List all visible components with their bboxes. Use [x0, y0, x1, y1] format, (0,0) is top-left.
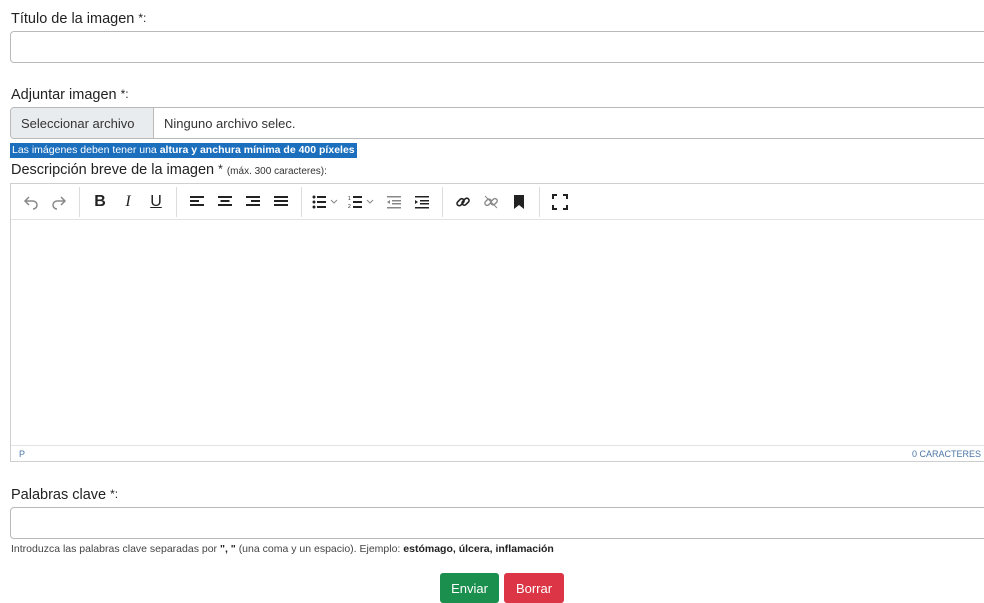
keywords-input[interactable]	[10, 507, 984, 539]
keywords-label: Palabras clave *:	[11, 487, 119, 503]
reset-button[interactable]: Borrar	[504, 573, 564, 603]
element-path[interactable]: P	[19, 449, 25, 459]
align-justify-icon[interactable]	[267, 188, 295, 216]
align-left-icon[interactable]	[183, 188, 211, 216]
bookmark-icon[interactable]	[505, 188, 533, 216]
image-size-notice: Las imágenes deben tener una altura y an…	[10, 143, 357, 158]
italic-icon[interactable]: I	[114, 188, 142, 216]
redo-icon[interactable]	[45, 188, 73, 216]
align-right-icon[interactable]	[239, 188, 267, 216]
unlink-icon[interactable]	[477, 188, 505, 216]
fullscreen-icon[interactable]	[546, 188, 574, 216]
align-center-icon[interactable]	[211, 188, 239, 216]
file-input[interactable]: Seleccionar archivo Ninguno archivo sele…	[10, 107, 984, 139]
title-label: Título de la imagen *:	[11, 11, 147, 27]
editor-toolbar: B I U 12	[11, 184, 984, 220]
character-count: 0 CARACTERES	[911, 448, 981, 459]
link-icon[interactable]	[449, 188, 477, 216]
editor-content-area[interactable]	[11, 220, 984, 445]
undo-icon[interactable]	[17, 188, 45, 216]
keywords-hint: Introduzca las palabras clave separadas …	[11, 543, 554, 555]
bullet-list-icon[interactable]	[308, 188, 344, 216]
outdent-icon[interactable]	[380, 188, 408, 216]
select-file-button[interactable]: Seleccionar archivo	[11, 108, 154, 138]
submit-button[interactable]: Enviar	[440, 573, 499, 603]
rich-text-editor[interactable]: B I U 12 P 0 CARACTERES	[10, 183, 984, 462]
underline-icon[interactable]: U	[142, 188, 170, 216]
editor-statusbar: P 0 CARACTERES	[11, 445, 984, 461]
attach-label: Adjuntar imagen *:	[11, 87, 129, 103]
svg-text:2: 2	[348, 204, 351, 209]
title-input[interactable]	[10, 31, 984, 63]
selected-file-name: Ninguno archivo selec.	[164, 115, 296, 131]
svg-text:1: 1	[348, 196, 351, 202]
numbered-list-icon[interactable]: 12	[344, 188, 380, 216]
indent-icon[interactable]	[408, 188, 436, 216]
description-label: Descripción breve de la imagen * (máx. 3…	[11, 162, 327, 178]
bold-icon[interactable]: B	[86, 188, 114, 216]
